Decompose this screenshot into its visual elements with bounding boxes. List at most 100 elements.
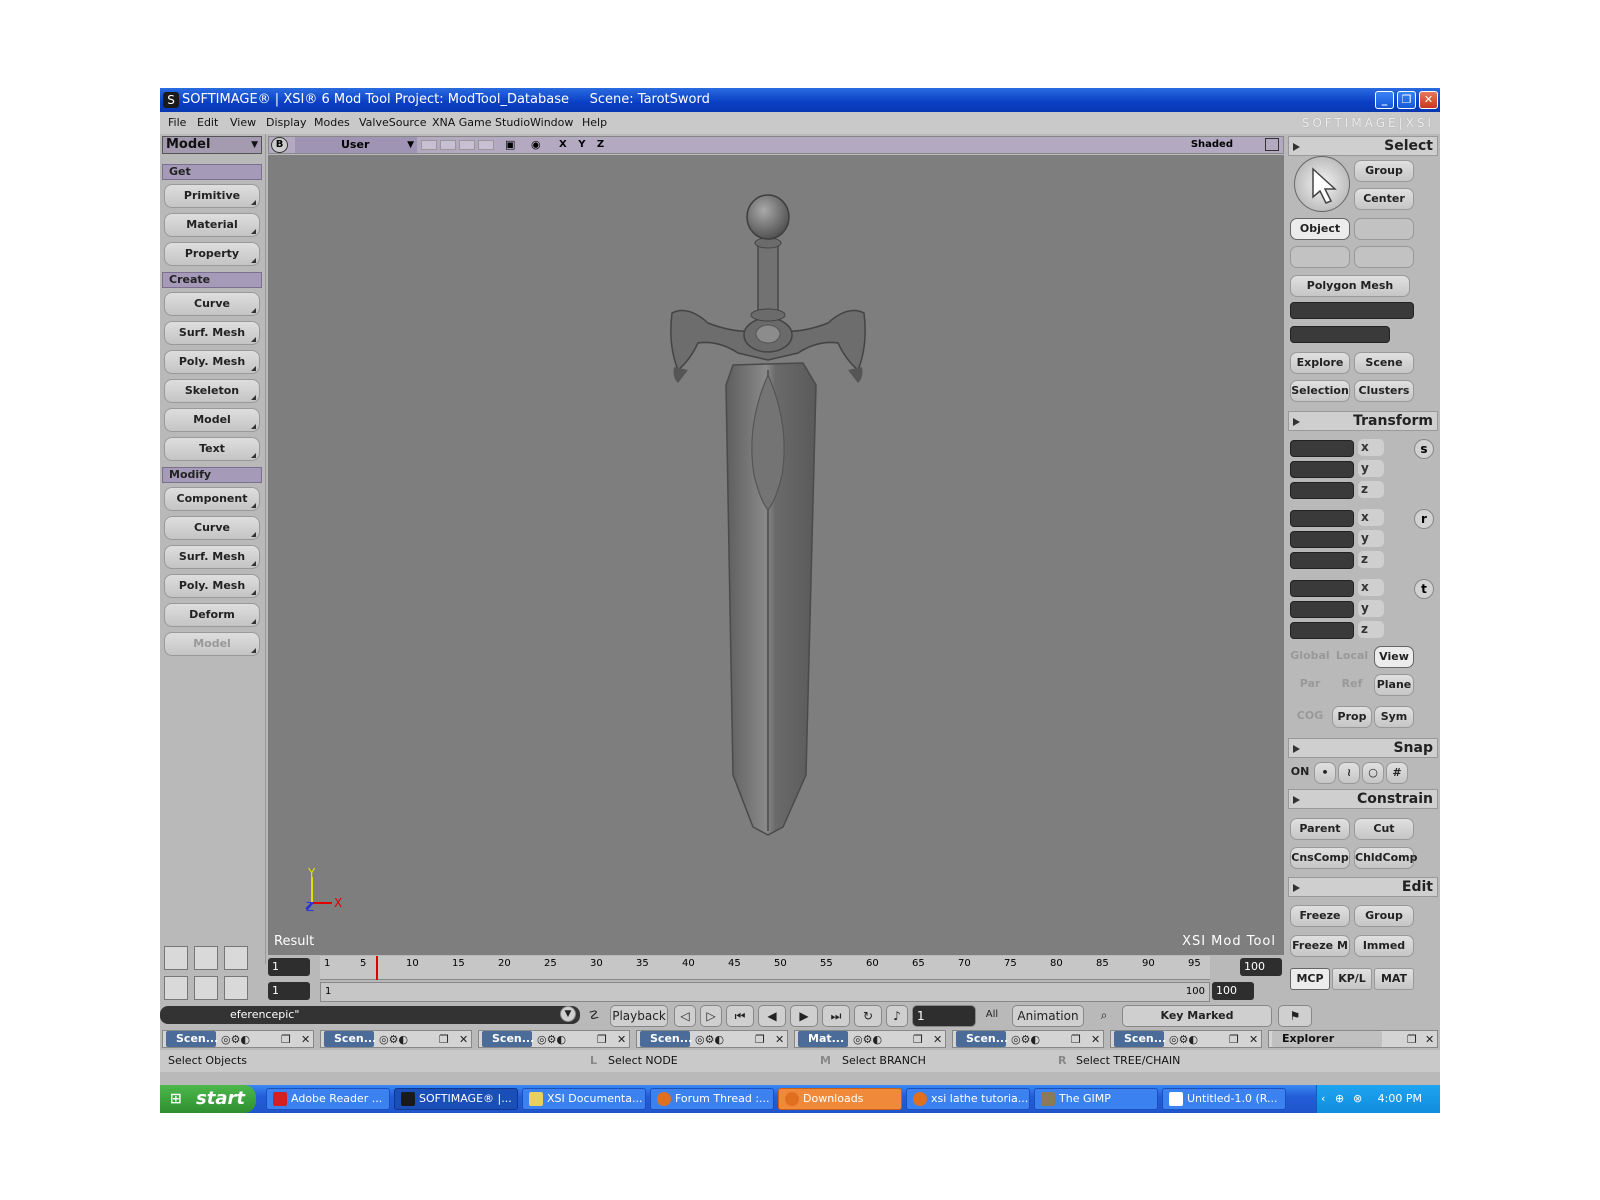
pane-float-icon[interactable]: ❐ (281, 1032, 291, 1048)
pane-controls-icon[interactable]: ◎⚙◐ (695, 1032, 724, 1048)
tray-app-icon[interactable]: ⊕ (1335, 1085, 1344, 1113)
explore-button[interactable]: Explore (1290, 352, 1350, 374)
scale-z-label[interactable]: z (1358, 481, 1384, 498)
create-surf-mesh-button[interactable]: Surf. Mesh (164, 321, 260, 345)
group-button[interactable]: Group (1354, 905, 1414, 927)
pane-controls-icon[interactable]: ◎⚙◐ (379, 1032, 408, 1048)
taskbar-xsi-documentation[interactable]: XSI Documenta... (522, 1088, 646, 1110)
start-button[interactable]: ⊞ start (160, 1085, 256, 1113)
first-frame-icon[interactable]: ◁ (674, 1005, 696, 1027)
maximize-viewport-icon[interactable] (1265, 138, 1279, 151)
cog-button[interactable]: COG (1290, 706, 1330, 728)
fast-forward-icon[interactable]: ⏭ (822, 1005, 850, 1027)
translate-x-field[interactable] (1290, 580, 1354, 597)
parent-button[interactable]: Parent (1290, 818, 1350, 840)
pane-controls-icon[interactable]: ◎⚙◐ (1169, 1032, 1198, 1048)
menu-valvesource[interactable]: ValveSource (359, 112, 427, 134)
selection-list-field[interactable] (1290, 326, 1390, 343)
timeline-end-field[interactable]: 100 (1240, 958, 1282, 976)
constrain-header[interactable]: Constrain (1288, 789, 1438, 809)
pane-close-icon[interactable]: ✕ (1091, 1032, 1100, 1048)
restore-button[interactable]: ❐ (1397, 91, 1416, 109)
material-pane[interactable]: Mat... ◎⚙◐ ❐ ✕ (794, 1030, 946, 1048)
select-blank-button[interactable] (1354, 218, 1414, 240)
timeline-range-slider[interactable]: 1 100 (320, 982, 1210, 1002)
select-center-button[interactable]: Center (1354, 188, 1414, 210)
layout-four-views-icon[interactable] (164, 946, 188, 970)
pane-close-icon[interactable]: ✕ (933, 1032, 942, 1048)
pane-float-icon[interactable]: ❐ (1071, 1032, 1081, 1048)
pane-close-icon[interactable]: ✕ (1249, 1032, 1258, 1048)
pane-float-icon[interactable]: ❐ (597, 1032, 607, 1048)
viewport-slot-button[interactable] (440, 140, 456, 150)
taskbar-xsi-lathe-tutorial[interactable]: xsi lathe tutoria... (906, 1088, 1030, 1110)
display-mode-menu[interactable]: Shaded (1191, 137, 1233, 153)
section-header-get[interactable]: Get (162, 164, 262, 180)
taskbar-adobe-reader[interactable]: Adobe Reader ... (266, 1088, 390, 1110)
local-button[interactable]: Local (1332, 646, 1372, 668)
menu-view[interactable]: View (230, 112, 256, 134)
scene-button[interactable]: Scene (1354, 352, 1414, 374)
freeze-m-button[interactable]: Freeze M (1290, 935, 1350, 957)
pane-float-icon[interactable]: ❐ (1229, 1032, 1239, 1048)
key-marked-parameters-button[interactable]: Key Marked Parameters (1122, 1005, 1272, 1042)
range-end-field[interactable]: 100 (1212, 982, 1254, 1000)
select-object-button[interactable]: Object (1290, 218, 1350, 240)
auto-key-icon[interactable]: ⚑ (1278, 1005, 1312, 1027)
audio-icon[interactable]: ♪ (886, 1005, 908, 1027)
section-header-modify[interactable]: Modify (162, 467, 262, 483)
snap-on-toggle[interactable]: ON (1290, 762, 1310, 784)
create-text-button[interactable]: Text (164, 437, 260, 461)
property-button[interactable]: Property (164, 242, 260, 266)
ref-button[interactable]: Ref (1332, 674, 1372, 696)
pane-float-icon[interactable]: ❐ (755, 1032, 765, 1048)
scale-y-label[interactable]: y (1358, 460, 1384, 477)
section-header-create[interactable]: Create (162, 272, 262, 288)
menu-display[interactable]: Display (266, 112, 307, 134)
scale-y-field[interactable] (1290, 461, 1354, 478)
menu-help[interactable]: Help (582, 112, 607, 134)
snap-curve-icon[interactable]: ≀ (1338, 762, 1360, 784)
edit-header[interactable]: Edit (1288, 877, 1438, 897)
translate-y-field[interactable] (1290, 601, 1354, 618)
layout-split-icon[interactable] (194, 946, 218, 970)
camera-select[interactable]: User ▼ (295, 137, 417, 153)
prop-button[interactable]: Prop (1332, 706, 1372, 728)
transform-header[interactable]: Transform (1288, 411, 1438, 431)
pane-close-icon[interactable]: ✕ (617, 1032, 626, 1048)
tab-kpl[interactable]: KP/L (1332, 968, 1372, 990)
rotate-x-field[interactable] (1290, 510, 1354, 527)
select-group-button[interactable]: Group (1354, 160, 1414, 182)
3d-viewport[interactable]: Y Z X Result XSI Mod Tool (268, 155, 1284, 955)
create-model-button[interactable]: Model (164, 408, 260, 432)
scene-pane[interactable]: Scen... ◎⚙◐ ❐ ✕ (636, 1030, 788, 1048)
sym-button[interactable]: Sym (1374, 706, 1414, 728)
menu-file[interactable]: File (168, 112, 186, 134)
modify-curve-button[interactable]: Curve (164, 516, 260, 540)
viewport-axes-toggle[interactable]: X Y Z (559, 137, 608, 153)
menu-xna-game-studio[interactable]: XNA Game Studio (432, 112, 530, 134)
pane-controls-icon[interactable]: ◎⚙◐ (537, 1032, 566, 1048)
select-blank-button[interactable] (1290, 246, 1350, 268)
pane-controls-icon[interactable]: ◎⚙◐ (221, 1032, 250, 1048)
pane-float-icon[interactable]: ❐ (1407, 1032, 1417, 1048)
scene-pane[interactable]: Scen... ◎⚙◐ ❐ ✕ (1110, 1030, 1262, 1048)
create-poly-mesh-button[interactable]: Poly. Mesh (164, 350, 260, 374)
rotate-y-field[interactable] (1290, 531, 1354, 548)
modify-surf-mesh-button[interactable]: Surf. Mesh (164, 545, 260, 569)
pane-close-icon[interactable]: ✕ (1425, 1032, 1434, 1048)
pane-controls-icon[interactable]: ◎⚙◐ (853, 1032, 882, 1048)
snap-point-icon[interactable]: • (1314, 762, 1336, 784)
scene-pane[interactable]: Scen... ◎⚙◐ ❐ ✕ (320, 1030, 472, 1048)
snap-grid-icon[interactable]: # (1386, 762, 1408, 784)
snap-header[interactable]: Snap (1288, 738, 1438, 758)
translate-y-label[interactable]: y (1358, 600, 1384, 617)
create-curve-button[interactable]: Curve (164, 292, 260, 316)
play-forward-icon[interactable]: ▶ (790, 1005, 818, 1027)
layout-single-icon[interactable] (224, 976, 248, 1000)
loop-icon[interactable]: ↻ (854, 1005, 882, 1027)
pane-close-icon[interactable]: ✕ (775, 1032, 784, 1048)
close-button[interactable]: ✕ (1419, 91, 1438, 109)
global-button[interactable]: Global (1290, 646, 1330, 668)
scene-pane[interactable]: Scen... ◎⚙◐ ❐ ✕ (478, 1030, 630, 1048)
